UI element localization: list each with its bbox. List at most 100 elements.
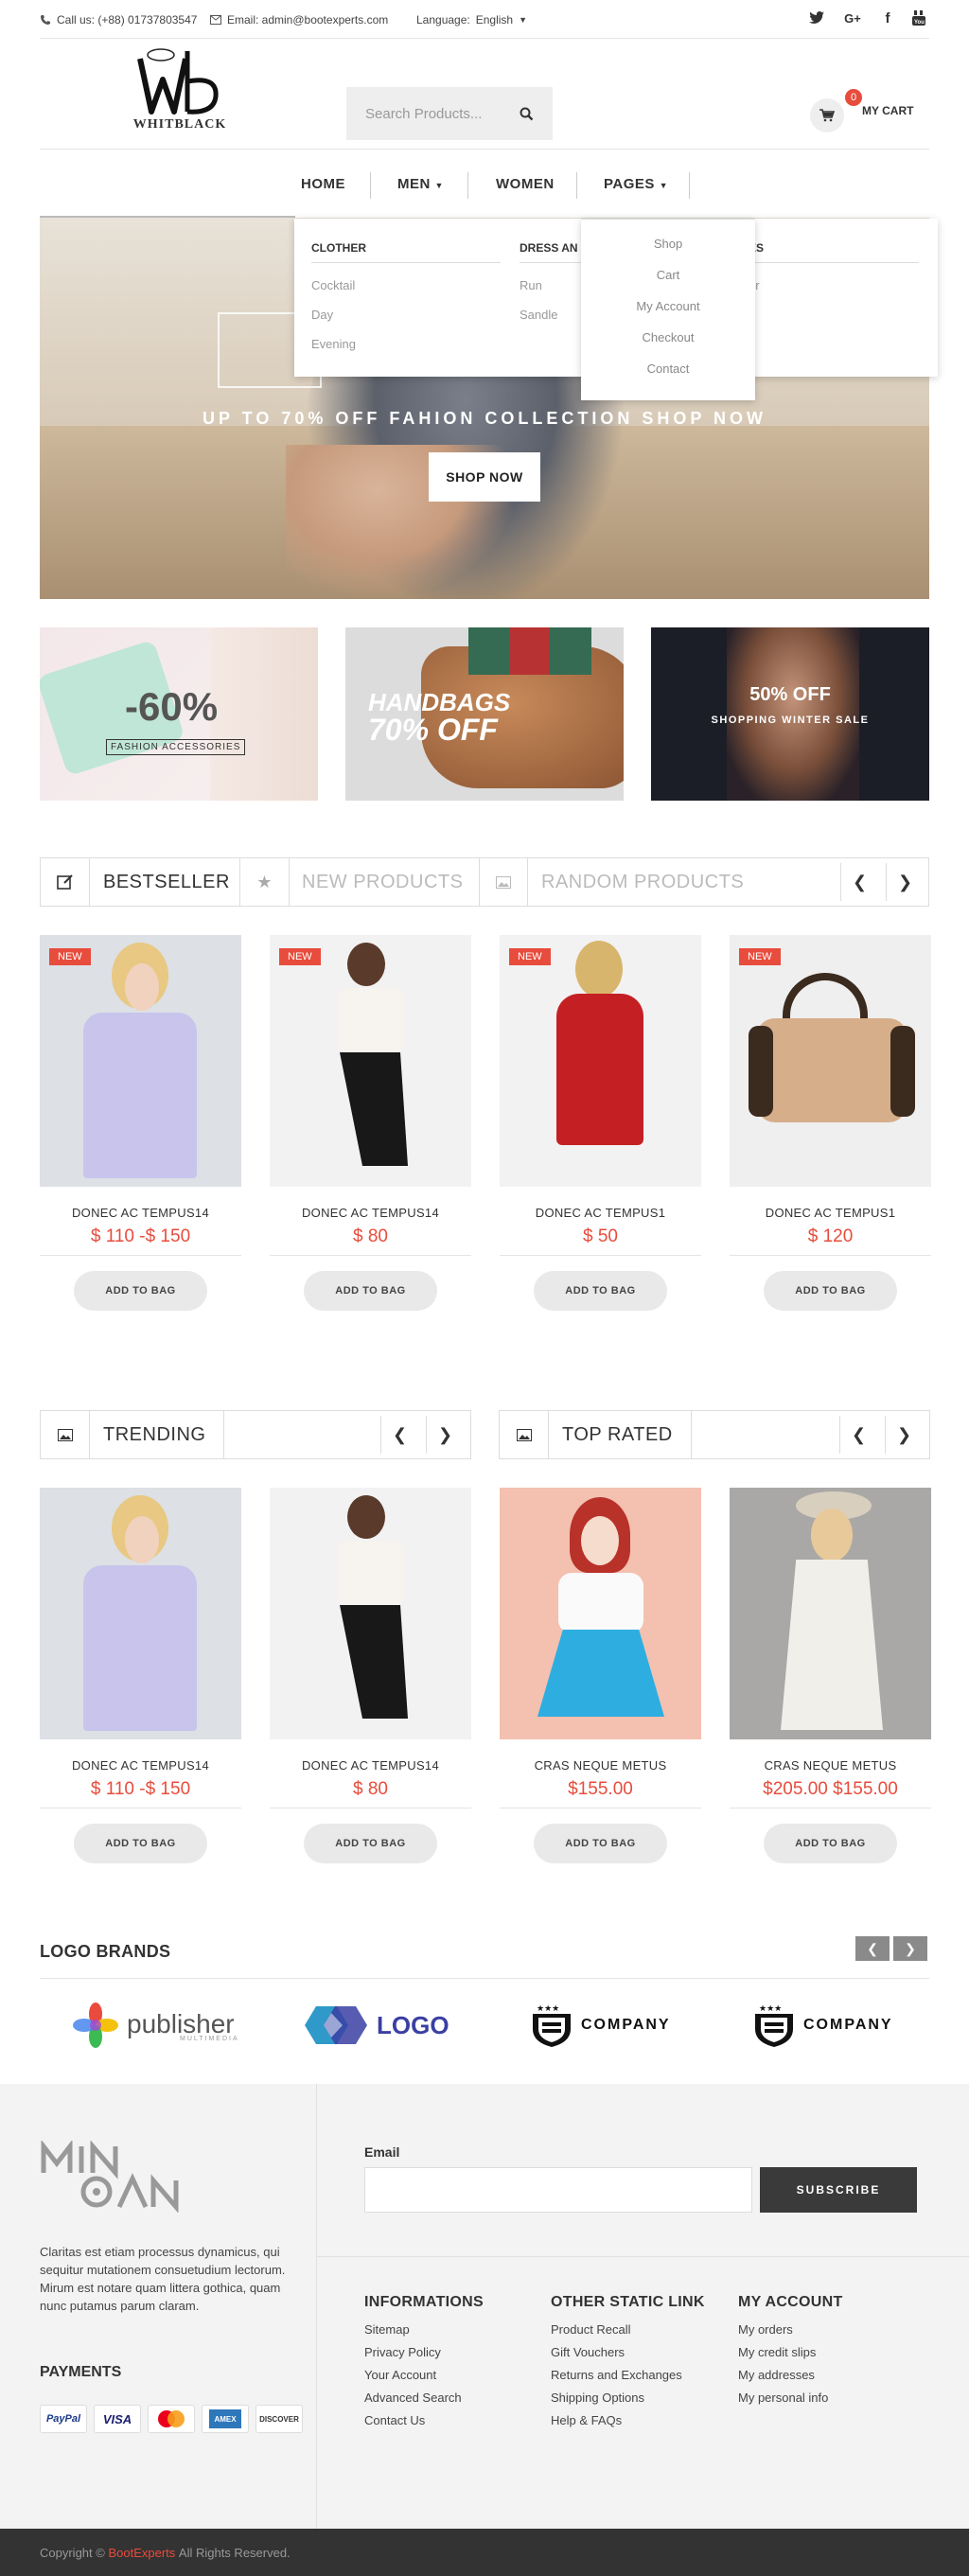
nav-home[interactable]: HOME <box>301 176 345 192</box>
mega-link[interactable]: e <box>749 337 919 351</box>
add-to-bag-button[interactable]: ADD TO BAG <box>74 1824 207 1863</box>
footer-link[interactable]: Help & FAQs <box>551 2413 705 2427</box>
add-to-bag-button[interactable]: ADD TO BAG <box>304 1824 437 1863</box>
product-image[interactable] <box>40 1488 241 1739</box>
nav-men-label: MEN <box>397 176 431 192</box>
product-name[interactable]: DONEC AC TEMPUS14 <box>40 1758 241 1773</box>
dropdown-item-contact[interactable]: Contact <box>581 362 755 376</box>
product-price: $ 110 -$ 150 <box>90 1779 191 1799</box>
banner-handbags[interactable]: HANDBAGS 70% OFF <box>345 627 624 801</box>
prev-arrow-icon[interactable]: ❮ <box>840 863 878 901</box>
add-to-bag-button[interactable]: ADD TO BAG <box>304 1271 437 1311</box>
mega-link[interactable]: Cocktail <box>311 278 501 292</box>
twitter-icon[interactable] <box>806 8 827 28</box>
prev-arrow-icon[interactable]: ❮ <box>839 1416 877 1454</box>
product-name[interactable]: CRAS NEQUE METUS <box>500 1758 701 1773</box>
product-name[interactable]: DONEC AC TEMPUS14 <box>40 1206 241 1220</box>
brand-company-2[interactable]: ★★★ COMPANY <box>752 1999 893 2052</box>
product-price: $ 50 <box>583 1226 618 1246</box>
add-to-bag-button[interactable]: ADD TO BAG <box>74 1271 207 1311</box>
product-image[interactable] <box>500 935 701 1187</box>
email-text[interactable]: Email: admin@bootexperts.com <box>227 13 388 26</box>
cart-button[interactable] <box>810 98 844 132</box>
banner-accessories[interactable]: -60% FASHION ACCESSORIES <box>40 627 318 801</box>
mega-link[interactable]: Day <box>311 308 501 322</box>
mega-link[interactable]: er <box>749 278 919 292</box>
footer-link[interactable]: Gift Vouchers <box>551 2345 705 2359</box>
caret-down-icon: ▼ <box>659 181 668 190</box>
search-input[interactable]: Search Products... <box>365 106 482 122</box>
product-image[interactable] <box>500 1488 701 1739</box>
cart-label[interactable]: MY CART <box>862 104 913 117</box>
brands-next-icon[interactable]: ❯ <box>893 1936 927 1961</box>
footer-link[interactable]: My addresses <box>738 2368 843 2382</box>
search-icon[interactable] <box>520 107 534 121</box>
email-field[interactable] <box>364 2167 752 2213</box>
product-name[interactable]: DONEC AC TEMPUS1 <box>730 1206 931 1220</box>
footer-link[interactable]: My credit slips <box>738 2345 843 2359</box>
product-image[interactable] <box>730 1488 931 1739</box>
paypal-icon: PayPal <box>40 2405 87 2433</box>
mega-link[interactable]: Evening <box>311 337 501 351</box>
copyright-brand-link[interactable]: BootExperts <box>108 2546 175 2560</box>
product-image[interactable] <box>270 935 471 1187</box>
tab-random-products[interactable]: RANDOM PRODUCTS <box>541 858 744 906</box>
add-to-bag-button[interactable]: ADD TO BAG <box>764 1824 897 1863</box>
tab-bestseller[interactable]: BESTSELLER <box>103 858 230 906</box>
next-arrow-icon[interactable]: ❯ <box>886 863 924 901</box>
main-nav: HOME MEN ▼ WOMEN PAGES ▼ <box>0 168 969 203</box>
svg-text:You: You <box>914 20 925 26</box>
add-to-bag-button[interactable]: ADD TO BAG <box>534 1824 667 1863</box>
next-arrow-icon[interactable]: ❯ <box>885 1416 923 1454</box>
prev-arrow-icon[interactable]: ❮ <box>380 1416 418 1454</box>
language-selector[interactable]: Language: English ▼ <box>416 13 527 26</box>
dropdown-item-account[interactable]: My Account <box>581 299 755 313</box>
product-image[interactable] <box>730 935 931 1187</box>
cart-icon <box>819 109 835 122</box>
brands-prev-icon[interactable]: ❮ <box>855 1936 890 1961</box>
product-name[interactable]: CRAS NEQUE METUS <box>730 1758 931 1773</box>
add-to-bag-button[interactable]: ADD TO BAG <box>764 1271 897 1311</box>
copyright-bar: Copyright © BootExperts All Rights Reser… <box>0 2529 969 2576</box>
tab-new-products[interactable]: NEW PRODUCTS <box>302 858 463 906</box>
dropdown-item-checkout[interactable]: Checkout <box>581 330 755 344</box>
footer-link[interactable]: Advanced Search <box>364 2391 484 2405</box>
product-image[interactable] <box>270 1488 471 1739</box>
product-price: $155.00 <box>568 1779 633 1799</box>
brand-company-1[interactable]: ★★★ COMPANY <box>530 1999 671 2052</box>
footer-link[interactable]: Returns and Exchanges <box>551 2368 705 2382</box>
mega-link[interactable]: s <box>749 308 919 322</box>
nav-women[interactable]: WOMEN <box>496 176 555 192</box>
footer-link[interactable]: Your Account <box>364 2368 484 2382</box>
footer-link[interactable]: My personal info <box>738 2391 843 2405</box>
add-to-bag-button[interactable]: ADD TO BAG <box>534 1271 667 1311</box>
footer-link[interactable]: Contact Us <box>364 2413 484 2427</box>
footer-link[interactable]: My orders <box>738 2322 843 2337</box>
brand-publisher[interactable]: publisher MULTIMEDIA <box>72 1999 239 2052</box>
product-name[interactable]: DONEC AC TEMPUS14 <box>270 1758 471 1773</box>
search-box[interactable]: Search Products... <box>346 87 553 140</box>
brand-logo[interactable]: LOGO <box>303 1999 449 2052</box>
youtube-icon[interactable]: You <box>908 8 929 28</box>
new-badge: NEW <box>739 948 781 965</box>
dropdown-item-shop[interactable]: Shop <box>581 237 755 251</box>
next-arrow-icon[interactable]: ❯ <box>426 1416 464 1454</box>
google-plus-icon[interactable]: G+ <box>842 8 863 28</box>
footer-link[interactable]: Shipping Options <box>551 2391 705 2405</box>
product-name[interactable]: DONEC AC TEMPUS1 <box>500 1206 701 1220</box>
nav-men[interactable]: MEN ▼ <box>397 176 444 192</box>
language-value[interactable]: English <box>476 13 513 26</box>
subscribe-button[interactable]: SUBSCRIBE <box>760 2167 917 2213</box>
footer-link[interactable]: Product Recall <box>551 2322 705 2337</box>
dropdown-item-cart[interactable]: Cart <box>581 268 755 282</box>
footer-link[interactable]: Privacy Policy <box>364 2345 484 2359</box>
shop-now-button[interactable]: SHOP NOW <box>429 452 540 502</box>
nav-pages[interactable]: PAGES ▼ <box>604 176 668 192</box>
footer-logo[interactable] <box>40 2139 191 2214</box>
product-name[interactable]: DONEC AC TEMPUS14 <box>270 1206 471 1220</box>
footer-link[interactable]: Sitemap <box>364 2322 484 2337</box>
facebook-icon[interactable]: f <box>877 8 898 28</box>
product-image[interactable] <box>40 935 241 1187</box>
site-logo[interactable]: WHITBLACK <box>132 42 227 136</box>
banner-winter-sale[interactable]: 50% OFF SHOPPING WINTER SALE <box>651 627 929 801</box>
